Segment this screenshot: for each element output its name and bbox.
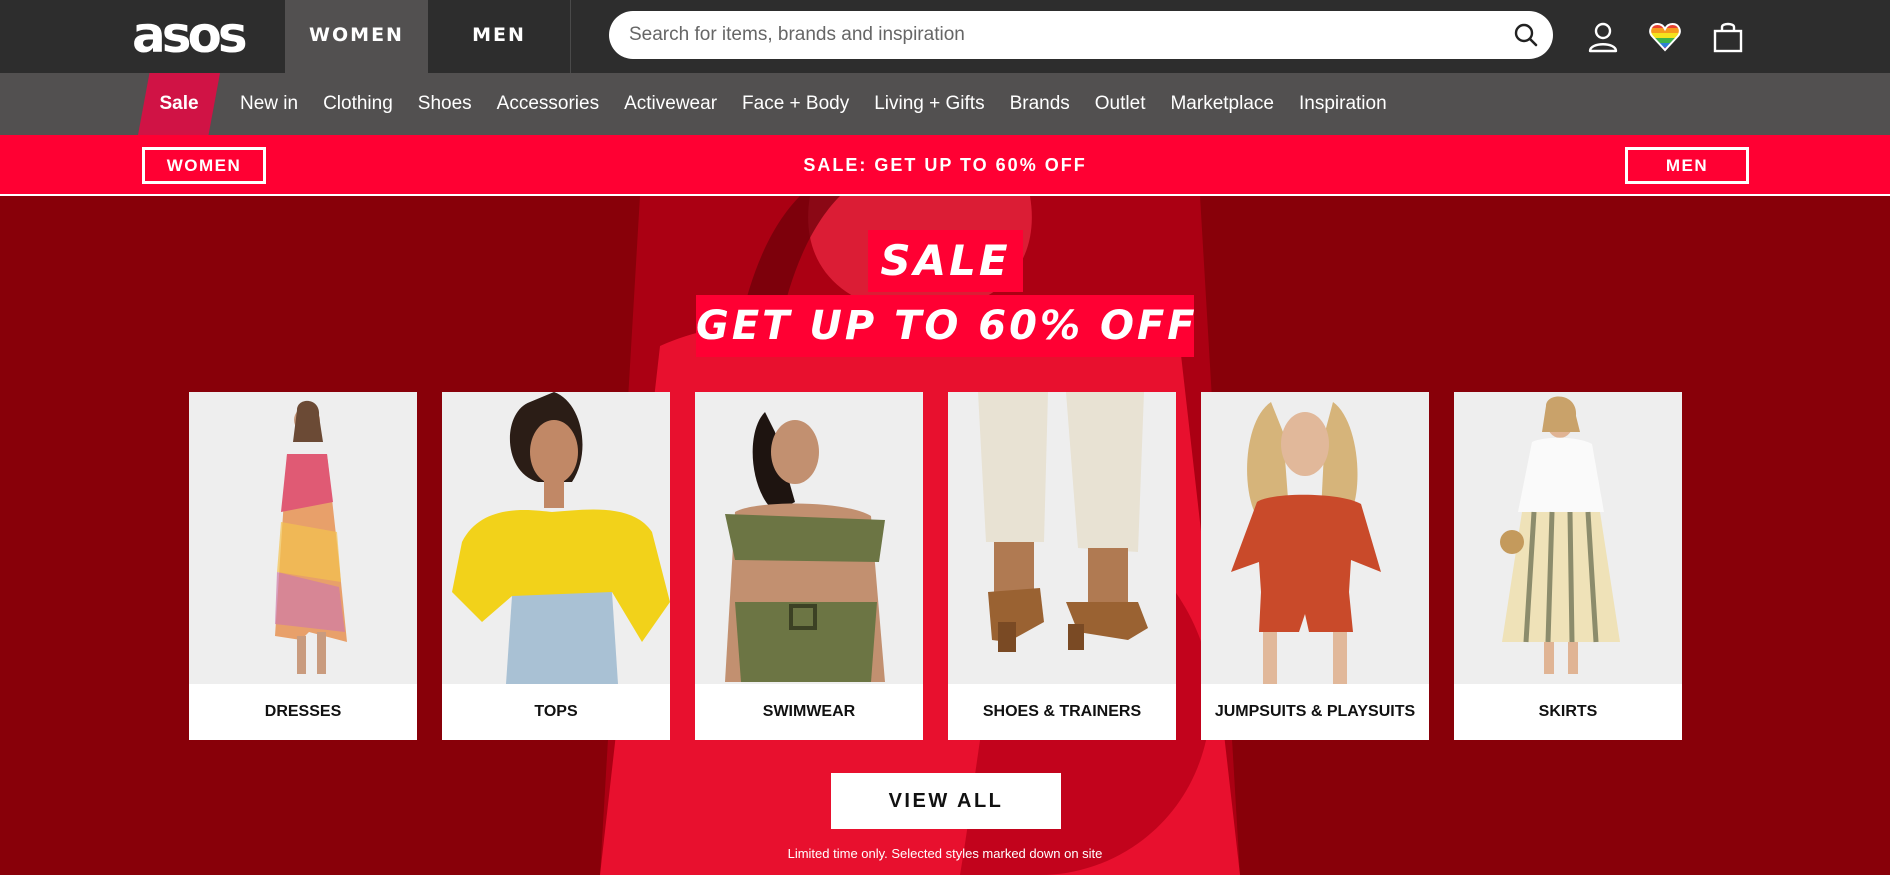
category-card-tops[interactable]: TOPS — [442, 392, 670, 740]
sale-disclaimer: Limited time only. Selected styles marke… — [787, 846, 1103, 861]
nav-item-living-gifts[interactable]: Living + Gifts — [874, 93, 984, 115]
tab-women[interactable]: WOMEN — [285, 0, 428, 73]
jumpsuits-playsuits-photo — [1201, 392, 1429, 684]
saved-items-heart-icon[interactable] — [1648, 20, 1682, 54]
dresses-photo — [189, 392, 417, 684]
category-card-shoes-trainers-label: SHOES & TRAINERS — [982, 703, 1142, 720]
search-icon[interactable] — [1513, 22, 1539, 48]
promo-strip: SALE: GET UP TO 60% OFF WOMEN MEN — [0, 135, 1890, 196]
nav-item-marketplace[interactable]: Marketplace — [1170, 93, 1274, 115]
top-bar: asos WOMEN MEN — [0, 0, 1890, 73]
bag-icon[interactable] — [1711, 20, 1745, 54]
nav-item-clothing[interactable]: Clothing — [323, 93, 393, 115]
search-bar — [609, 11, 1553, 59]
account-icon[interactable] — [1586, 20, 1620, 54]
view-all-button[interactable]: VIEW ALL — [831, 773, 1061, 829]
shoes-trainers-photo — [948, 392, 1176, 684]
tops-photo — [442, 392, 670, 684]
promo-men-button[interactable]: MEN — [1625, 147, 1749, 184]
promo-text: SALE: GET UP TO 60% OFF — [803, 155, 1087, 175]
nav-links: New in Clothing Shoes Accessories Active… — [240, 73, 1412, 135]
nav-item-outlet[interactable]: Outlet — [1095, 93, 1146, 115]
category-card-swimwear[interactable]: SWIMWEAR — [695, 392, 923, 740]
category-card-jumpsuits-playsuits-label: JUMPSUITS & PLAYSUITS — [1214, 703, 1416, 720]
nav-item-activewear[interactable]: Activewear — [624, 93, 717, 115]
category-card-jumpsuits-playsuits[interactable]: JUMPSUITS & PLAYSUITS — [1201, 392, 1429, 740]
nav-item-brands[interactable]: Brands — [1010, 93, 1070, 115]
nav-item-new-in[interactable]: New in — [240, 93, 298, 115]
category-card-shoes-trainers[interactable]: SHOES & TRAINERS — [948, 392, 1176, 740]
category-nav: Sale New in Clothing Shoes Accessories A… — [0, 73, 1890, 135]
category-card-skirts[interactable]: SKIRTS — [1454, 392, 1682, 740]
category-card-skirts-label: SKIRTS — [1538, 703, 1598, 720]
promo-women-button[interactable]: WOMEN — [142, 147, 266, 184]
nav-item-sale[interactable]: Sale — [138, 73, 220, 135]
nav-item-accessories[interactable]: Accessories — [497, 93, 599, 115]
swimwear-photo — [695, 392, 923, 684]
hero-subheadline: GET UP TO 60% OFF — [696, 295, 1195, 357]
nav-item-inspiration[interactable]: Inspiration — [1299, 93, 1387, 115]
skirts-photo — [1454, 392, 1682, 684]
category-card-dresses[interactable]: DRESSES — [189, 392, 417, 740]
search-input[interactable] — [629, 11, 1489, 59]
hero-headline: SALE — [868, 230, 1023, 292]
tab-men[interactable]: MEN — [428, 0, 571, 73]
category-card-tops-label: TOPS — [534, 703, 578, 720]
sale-hero: SALE GET UP TO 60% OFF DRESSES TOPS SWIM… — [0, 196, 1890, 875]
nav-item-face-body[interactable]: Face + Body — [742, 93, 849, 115]
nav-item-shoes[interactable]: Shoes — [418, 93, 472, 115]
category-card-swimwear-label: SWIMWEAR — [762, 703, 856, 720]
asos-logo[interactable]: asos — [132, 10, 264, 60]
nav-item-sale-label: Sale — [159, 93, 199, 114]
category-card-dresses-label: DRESSES — [264, 703, 342, 720]
